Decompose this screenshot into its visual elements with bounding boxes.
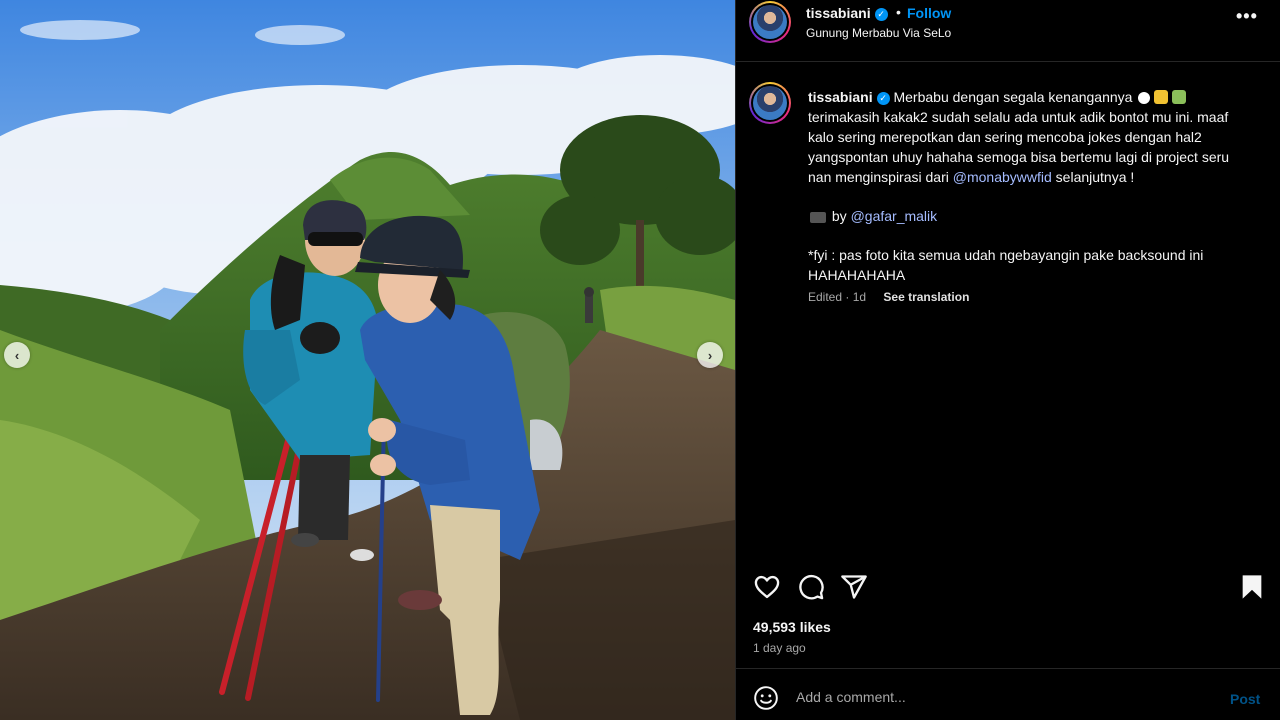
comment-input[interactable] — [796, 683, 1196, 711]
white-heart-icon — [1138, 92, 1151, 104]
post-timestamp[interactable]: 1 day ago — [753, 641, 806, 655]
location-link[interactable]: Gunung Merbabu Via SeLo — [806, 26, 951, 40]
verified-badge-icon: ✓ — [874, 8, 888, 21]
send-icon[interactable] — [840, 573, 868, 601]
mountain-icon — [1172, 90, 1187, 104]
post-comment-button[interactable]: Post — [1230, 691, 1260, 707]
header-separator: • — [896, 4, 901, 20]
caption-line1: Merbabu dengan segala kenangannya — [893, 89, 1133, 105]
camera-icon — [810, 212, 826, 223]
comment-bar: Post — [736, 668, 1280, 720]
post-header: tissabiani ✓ • Follow Gunung Merbabu Via … — [736, 0, 1280, 62]
header-username[interactable]: tissabiani ✓ — [806, 5, 888, 21]
chevron-left-icon[interactable]: ‹ — [4, 342, 30, 368]
caption-credit: by @gafar_malik — [808, 206, 1253, 226]
caption-paragraph: tissabiani ✓ Merbabu dengan segala kenang… — [808, 87, 1253, 187]
caption-username[interactable]: tissabiani — [808, 89, 873, 105]
avatar[interactable] — [749, 1, 791, 43]
more-horizontal-icon[interactable]: ••• — [1236, 6, 1258, 27]
edited-label: Edited · 1d — [808, 290, 867, 304]
caption-meta: Edited · 1d See translation — [808, 290, 983, 304]
caption-line2-end: selanjutnya ! — [1055, 169, 1135, 185]
credit-mention-link[interactable]: @gafar_malik — [851, 208, 938, 224]
username-text[interactable]: tissabiani — [806, 5, 871, 21]
chevron-right-icon[interactable]: › — [697, 342, 723, 368]
caption-fyi: *fyi : pas foto kita semua udah ngebayan… — [808, 247, 1204, 283]
comment-icon[interactable] — [797, 573, 825, 601]
sunflower-icon — [1154, 90, 1169, 104]
caption-avatar[interactable] — [749, 82, 791, 124]
post-photo[interactable]: ‹ › — [0, 0, 735, 720]
hiking-photo-image — [0, 0, 735, 720]
post-actions — [736, 560, 1280, 610]
emoji-icon[interactable] — [753, 685, 779, 711]
follow-button[interactable]: Follow — [907, 5, 951, 21]
post-side-panel: tissabiani ✓ • Follow Gunung Merbabu Via … — [735, 0, 1280, 720]
likes-count[interactable]: 49,593 likes — [753, 619, 831, 635]
verified-badge-icon: ✓ — [876, 92, 890, 105]
mention-link[interactable]: @monabywwfid — [953, 169, 1052, 185]
credit-by-label: by — [831, 208, 847, 224]
see-translation-link[interactable]: See translation — [883, 290, 969, 304]
heart-icon[interactable] — [753, 573, 781, 601]
bookmark-icon[interactable] — [1238, 573, 1266, 601]
post-caption: tissabiani ✓ Merbabu dengan segala kenang… — [808, 87, 1253, 304]
